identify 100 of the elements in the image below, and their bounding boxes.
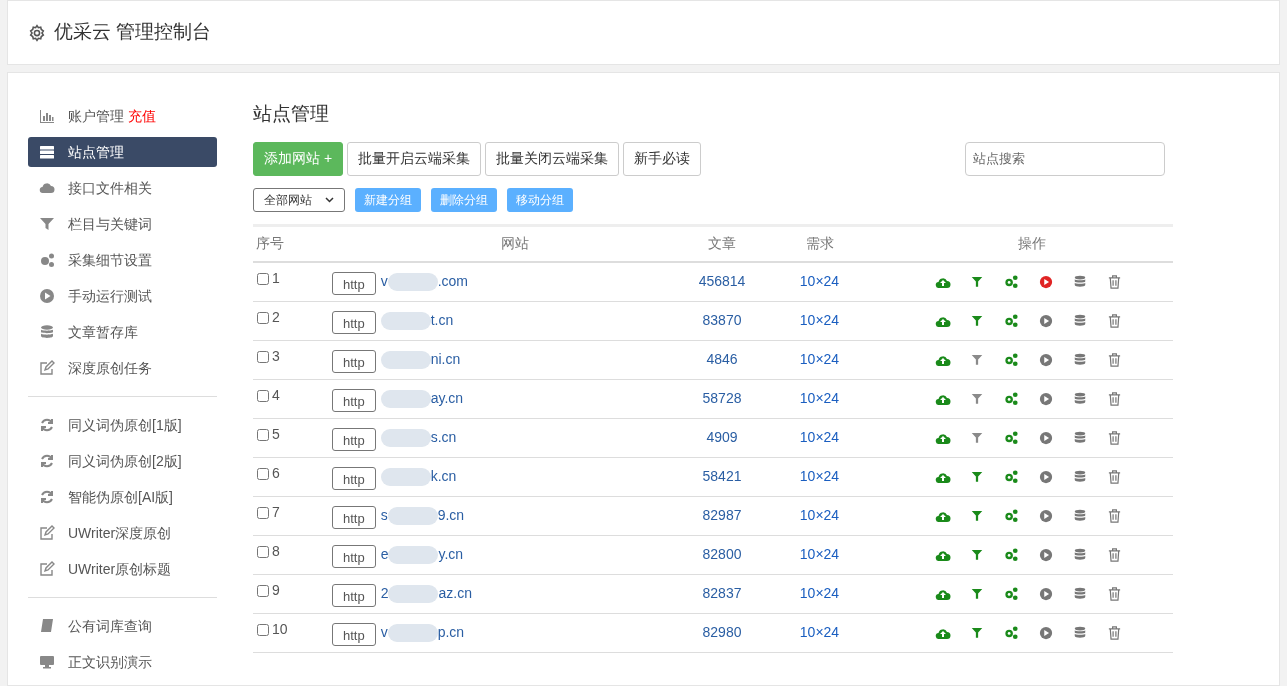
- filter-icon[interactable]: [971, 392, 983, 405]
- trash-icon[interactable]: [1107, 351, 1122, 368]
- sidebar-item[interactable]: 采集细节设置: [28, 245, 217, 275]
- database-icon[interactable]: [1073, 274, 1087, 289]
- sidebar-item[interactable]: 接口文件相关: [28, 173, 217, 203]
- play-icon: [39, 288, 55, 304]
- cloud-upload-icon[interactable]: [935, 548, 951, 561]
- cloud-upload-icon[interactable]: [935, 314, 951, 327]
- database-icon[interactable]: [1073, 430, 1087, 445]
- trash-icon[interactable]: [1107, 468, 1122, 485]
- trash-icon[interactable]: [1107, 546, 1122, 563]
- sidebar-item[interactable]: 同义词伪原创[1版]: [28, 410, 217, 440]
- row-checkbox[interactable]: [257, 584, 269, 597]
- database-icon[interactable]: [1073, 547, 1087, 562]
- play-icon[interactable]: [1039, 625, 1053, 640]
- trash-icon[interactable]: [1107, 624, 1122, 641]
- filter-icon[interactable]: [971, 314, 983, 327]
- cloud-upload-icon[interactable]: [935, 353, 951, 366]
- cloud-upload-icon[interactable]: [935, 587, 951, 600]
- row-checkbox[interactable]: [257, 467, 269, 480]
- monitor-icon: [39, 654, 55, 670]
- row-checkbox[interactable]: [257, 350, 269, 363]
- play-icon[interactable]: [1039, 430, 1053, 445]
- protocol-tag: http: [332, 272, 376, 295]
- cloud-upload-icon[interactable]: [935, 470, 951, 483]
- toolbar-button[interactable]: 批量开启云端采集: [347, 141, 482, 176]
- sidebar-label: 深度原创任务: [68, 358, 152, 378]
- demand-value: 10×24: [798, 506, 841, 525]
- sidebar-item[interactable]: 公有词库查询: [28, 611, 217, 641]
- filter-icon[interactable]: [971, 548, 983, 561]
- sidebar-item[interactable]: 文章暂存库: [28, 317, 217, 347]
- play-icon[interactable]: [1039, 508, 1053, 523]
- column-header: 操作: [1017, 234, 1047, 253]
- row-checkbox[interactable]: [257, 389, 269, 402]
- row-checkbox[interactable]: [257, 272, 269, 285]
- recharge-link[interactable]: 充值: [128, 105, 156, 127]
- filter-icon[interactable]: [971, 626, 983, 639]
- database-icon[interactable]: [1073, 352, 1087, 367]
- database-icon[interactable]: [1073, 469, 1087, 484]
- sidebar-item[interactable]: 深度原创任务: [28, 353, 217, 383]
- trash-icon[interactable]: [1107, 585, 1122, 602]
- toolbar-button[interactable]: 新手必读: [623, 141, 702, 176]
- filter-icon[interactable]: [971, 353, 983, 366]
- sidebar-item[interactable]: 栏目与关键词: [28, 209, 217, 239]
- domain-text: s.cn: [430, 428, 457, 447]
- sidebar-item[interactable]: 手动运行测试: [28, 281, 217, 311]
- cloud-upload-icon[interactable]: [935, 626, 951, 639]
- sidebar-label: 公有词库查询: [68, 616, 152, 636]
- trash-icon[interactable]: [1107, 390, 1122, 407]
- play-icon[interactable]: [1039, 313, 1053, 328]
- cloud-upload-icon[interactable]: [935, 275, 951, 288]
- sidebar-label: 账户管理: [68, 106, 124, 126]
- play-icon[interactable]: [1039, 547, 1053, 562]
- filter-icon[interactable]: [971, 470, 983, 483]
- database-icon[interactable]: [1073, 391, 1087, 406]
- row-number: 7: [272, 503, 280, 522]
- filter-icon[interactable]: [971, 587, 983, 600]
- filter-icon: [39, 216, 55, 232]
- domain-text: y.cn: [438, 545, 464, 564]
- database-icon[interactable]: [1073, 625, 1087, 640]
- group-select[interactable]: 全部网站: [253, 187, 345, 212]
- filter-icon[interactable]: [971, 431, 983, 444]
- sidebar-item[interactable]: 站点管理: [28, 137, 217, 167]
- search-field[interactable]: 站点搜索: [965, 141, 1165, 176]
- trash-icon[interactable]: [1107, 507, 1122, 524]
- row-checkbox[interactable]: [257, 428, 269, 441]
- sidebar-label: UWriter深度原创: [68, 523, 172, 543]
- trash-icon[interactable]: [1107, 429, 1122, 446]
- redaction-blur: [380, 389, 431, 408]
- row-checkbox[interactable]: [257, 623, 269, 636]
- row-checkbox[interactable]: [257, 506, 269, 519]
- sidebar-item[interactable]: UWriter深度原创: [28, 518, 217, 548]
- cloud-upload-icon[interactable]: [935, 431, 951, 444]
- trash-icon[interactable]: [1107, 312, 1122, 329]
- trash-icon[interactable]: [1107, 273, 1122, 290]
- redaction-blur: [380, 467, 431, 486]
- sidebar-item[interactable]: 账户管理 充值: [28, 101, 217, 131]
- sidebar-item[interactable]: 正文识别演示: [28, 647, 217, 677]
- row-checkbox[interactable]: [257, 311, 269, 324]
- database-icon[interactable]: [1073, 508, 1087, 523]
- play-icon[interactable]: [1039, 352, 1053, 367]
- sidebar-item[interactable]: 智能伪原创[AI版]: [28, 482, 217, 512]
- domain-text: .com: [437, 272, 469, 291]
- play-icon[interactable]: [1039, 391, 1053, 406]
- sidebar-label: 同义词伪原创[2版]: [68, 451, 182, 471]
- filter-icon[interactable]: [971, 275, 983, 288]
- play-icon[interactable]: [1039, 469, 1053, 484]
- database-icon[interactable]: [1073, 313, 1087, 328]
- sidebar-item[interactable]: 同义词伪原创[2版]: [28, 446, 217, 476]
- toolbar-button[interactable]: 批量关闭云端采集: [485, 141, 620, 176]
- cloud-upload-icon[interactable]: [935, 392, 951, 405]
- cloud-upload-icon[interactable]: [935, 509, 951, 522]
- row-number: 3: [272, 347, 280, 366]
- row-number: 9: [272, 581, 280, 600]
- database-icon[interactable]: [1073, 586, 1087, 601]
- play-icon[interactable]: [1039, 586, 1053, 601]
- filter-icon[interactable]: [971, 509, 983, 522]
- row-checkbox[interactable]: [257, 545, 269, 558]
- play-icon[interactable]: [1039, 274, 1053, 289]
- sidebar-item[interactable]: UWriter原创标题: [28, 554, 217, 584]
